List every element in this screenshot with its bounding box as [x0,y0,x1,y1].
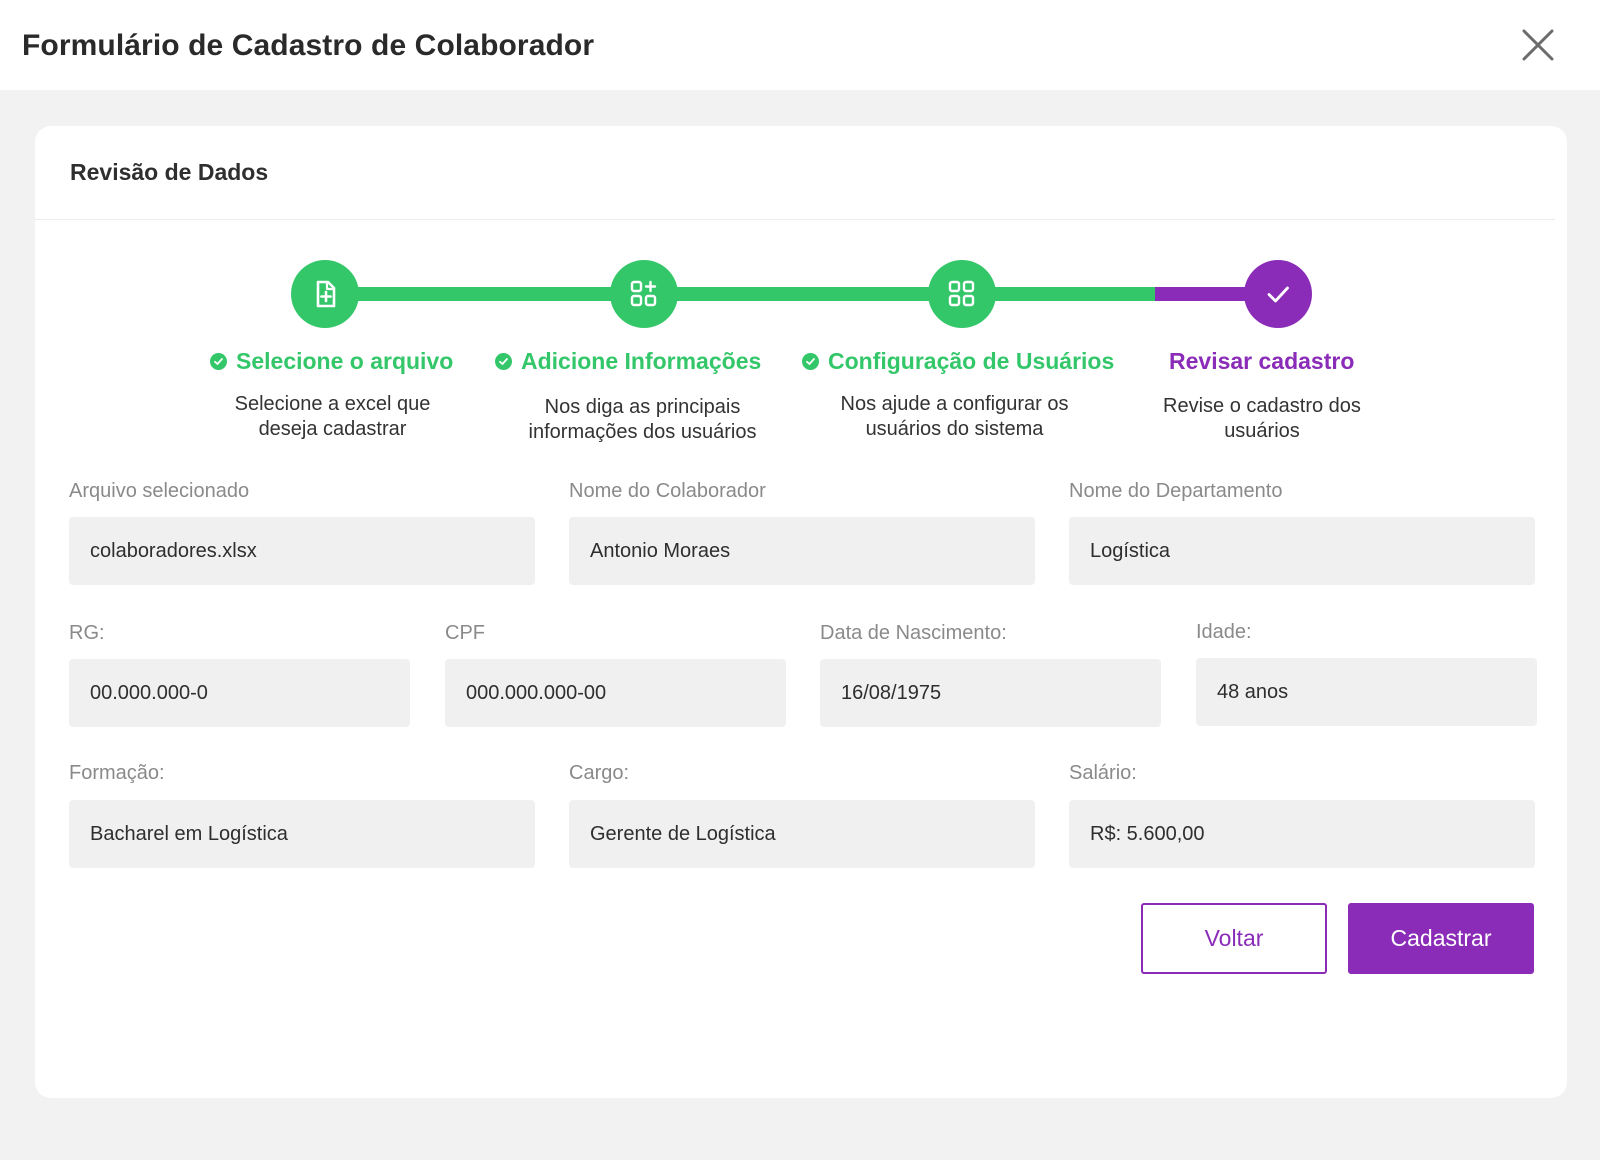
step-1-description: Selecione a excel que deseja cadastrar [234,393,431,440]
nome-label: Nome do Colaborador [569,480,766,502]
nome-field[interactable]: Antonio Moraes [569,517,1035,585]
arquivo-label: Arquivo selecionado [69,480,250,502]
rg-label: RG: [69,622,105,644]
salario-field[interactable]: R$: 5.600,00 [1069,800,1535,868]
step-4-circle [1244,260,1312,328]
stepper: Selecione o arquivo Adicione Informações… [35,126,1567,456]
step-2-circle [610,260,678,328]
idade-label: Idade: [1196,621,1252,643]
step-3-description: Nos ajude a configurar os usuários do si… [840,393,1069,440]
nascimento-field[interactable]: 16/08/1975 [820,659,1161,727]
step-1-title: Selecione o arquivo [210,348,453,375]
back-button[interactable]: Voltar [1141,903,1327,974]
departamento-label: Nome do Departamento [1069,480,1283,502]
step-2-title: Adicione Informações [495,348,761,375]
grid-plus-icon [630,280,657,307]
nascimento-label: Data de Nascimento: [820,622,1007,644]
arquivo-field[interactable]: colaboradores.xlsx [69,517,535,585]
submit-button[interactable]: Cadastrar [1348,903,1534,974]
step-4-title: Revisar cadastro [1169,348,1354,375]
salario-label: Salário: [1069,762,1137,784]
grid-icon [948,280,975,307]
step-3-circle [928,260,996,328]
rg-field[interactable]: 00.000.000-0 [69,659,410,727]
idade-field[interactable]: 48 anos [1196,658,1537,726]
formacao-field[interactable]: Bacharel em Logística [69,800,535,868]
step-1-circle [291,260,359,328]
step-4-description: Revise o cadastro dos usuários [1163,395,1361,442]
cargo-label: Cargo: [569,762,630,784]
review-card: Revisão de Dados Selecione o arquivo Adi… [35,126,1567,1098]
stepper-line-completed [325,287,1155,301]
step-3-title: Configuração de Usuários [802,348,1114,375]
formacao-label: Formação: [69,762,165,784]
file-plus-icon [316,280,336,308]
departamento-field[interactable]: Logística [1069,517,1535,585]
step-2-description: Nos diga as principais informações dos u… [528,396,757,443]
step-1-label: Selecione o arquivo [236,348,454,374]
cpf-field[interactable]: 000.000.000-00 [445,659,786,727]
check-icon [1267,286,1289,303]
step-2-label: Adicione Informações [521,348,762,374]
close-button[interactable] [1521,28,1555,62]
modal-title: Formulário de Cadastro de Colaborador [22,29,595,62]
cargo-field[interactable]: Gerente de Logística [569,800,1035,868]
completed-check-icon [495,353,512,370]
completed-check-icon [210,353,227,370]
close-icon [1522,29,1554,61]
step-3-label: Configuração de Usuários [828,348,1115,374]
modal-header: Formulário de Cadastro de Colaborador [0,0,1600,90]
completed-check-icon [802,353,819,370]
step-4-label: Revisar cadastro [1169,348,1355,374]
cpf-label: CPF [445,622,485,644]
